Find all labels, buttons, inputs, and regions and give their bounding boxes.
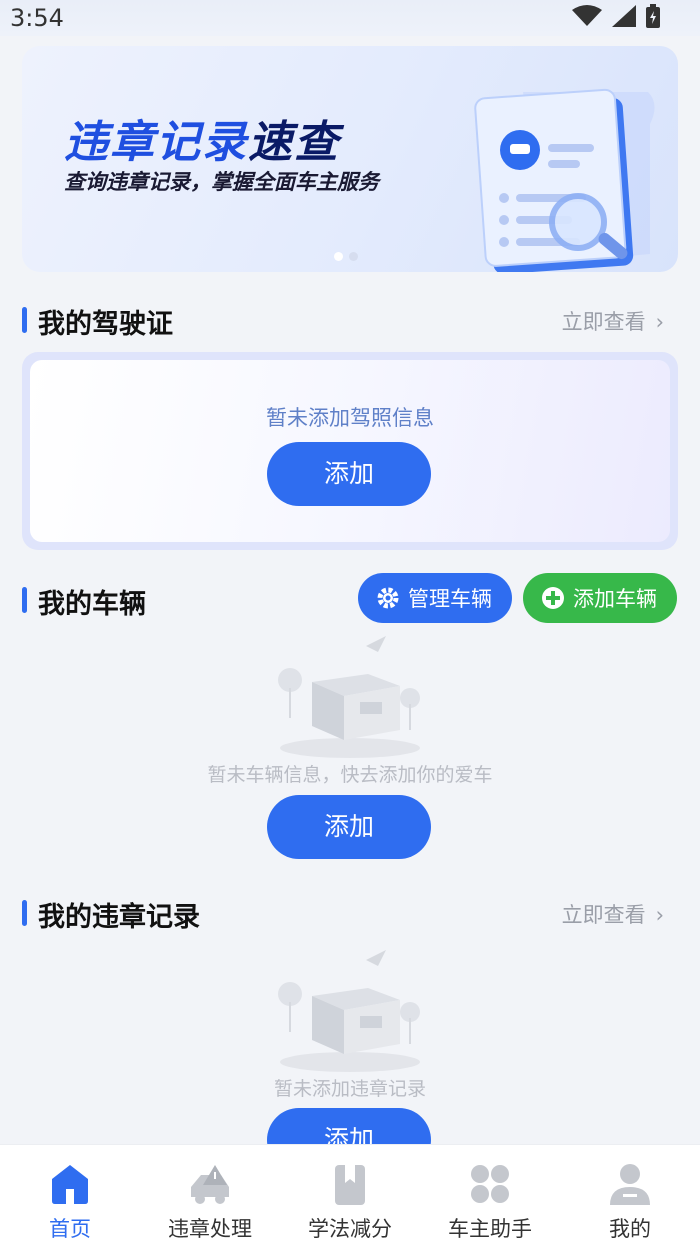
tab-assistant-label: 车主助手 <box>448 1217 532 1241</box>
status-bar: 3:54 <box>0 0 700 36</box>
tab-study-law[interactable]: 学法减分 <box>280 1145 420 1244</box>
section-marker <box>22 900 27 926</box>
license-card: 暂未添加驾照信息 添加 <box>22 352 678 550</box>
banner-title-main: 违章记录 <box>64 117 248 168</box>
empty-box-icon <box>278 950 420 1072</box>
manage-vehicles-label: 管理车辆 <box>408 587 492 611</box>
gear-icon <box>376 586 400 610</box>
violations-view-link[interactable]: 立即查看 › <box>562 899 664 929</box>
vehicles-section-title: 我的车辆 <box>38 589 146 620</box>
signal-icon <box>612 5 636 27</box>
section-marker <box>22 587 27 613</box>
pagination-dot[interactable] <box>334 252 343 261</box>
battery-icon <box>646 4 660 28</box>
promo-banner[interactable]: 违章记录速查 查询违章记录，掌握全面车主服务 <box>22 46 678 272</box>
license-view-label: 立即查看 <box>561 310 646 334</box>
status-time: 3:54 <box>10 4 64 32</box>
license-empty-text: 暂未添加驾照信息 <box>266 406 434 430</box>
tab-mine[interactable]: 我的 <box>560 1145 700 1244</box>
license-view-link[interactable]: 立即查看 › <box>562 306 664 336</box>
status-icons <box>572 4 660 28</box>
tab-mine-label: 我的 <box>609 1217 651 1241</box>
violations-section-title: 我的违章记录 <box>38 902 200 933</box>
add-vehicle-label: 添加车辆 <box>573 587 657 611</box>
license-card-inner: 暂未添加驾照信息 添加 <box>30 360 670 542</box>
manage-vehicles-button[interactable]: 管理车辆 <box>358 573 512 623</box>
banner-subtitle: 查询违章记录，掌握全面车主服务 <box>64 170 379 194</box>
plus-circle-icon <box>541 586 565 610</box>
violations-empty-text: 暂未添加违章记录 <box>273 1078 426 1100</box>
add-vehicle-empty-button[interactable]: 添加 <box>267 795 431 859</box>
car-warning-icon <box>191 1165 229 1204</box>
wifi-icon <box>572 5 602 26</box>
grid-icon <box>471 1165 509 1203</box>
violations-section-header: 我的违章记录 立即查看 › <box>22 893 678 933</box>
banner-title: 违章记录速查 <box>64 106 340 170</box>
tab-home[interactable]: 首页 <box>0 1145 140 1244</box>
section-marker <box>22 307 27 333</box>
tab-violation-handling[interactable]: 违章处理 <box>140 1145 280 1244</box>
add-vehicle-button[interactable]: 添加车辆 <box>523 573 677 623</box>
pagination-dot[interactable] <box>349 252 358 261</box>
vehicles-empty-text: 暂未车辆信息，快去添加你的爱车 <box>207 764 493 786</box>
license-section-header: 我的驾驶证 立即查看 › <box>22 300 678 340</box>
violations-view-label: 立即查看 <box>561 903 646 927</box>
add-license-button[interactable]: 添加 <box>267 442 431 506</box>
empty-box-icon <box>278 636 420 758</box>
home-icon <box>52 1165 88 1204</box>
user-icon <box>610 1164 650 1205</box>
banner-pagination <box>334 252 358 261</box>
bottom-tab-bar: 首页 违章处理 学法减分 车主助手 我的 <box>0 1144 700 1244</box>
chevron-right-icon: › <box>655 903 664 927</box>
document-search-icon <box>474 88 655 272</box>
tab-owner-assistant[interactable]: 车主助手 <box>420 1145 560 1244</box>
tab-home-label: 首页 <box>49 1217 91 1241</box>
chevron-right-icon: › <box>655 310 664 334</box>
license-section-title: 我的驾驶证 <box>38 309 173 340</box>
tab-violation-label: 违章处理 <box>168 1217 252 1241</box>
tab-study-label: 学法减分 <box>308 1217 392 1241</box>
banner-title-accent: 速查 <box>248 117 340 168</box>
book-icon <box>335 1165 365 1205</box>
